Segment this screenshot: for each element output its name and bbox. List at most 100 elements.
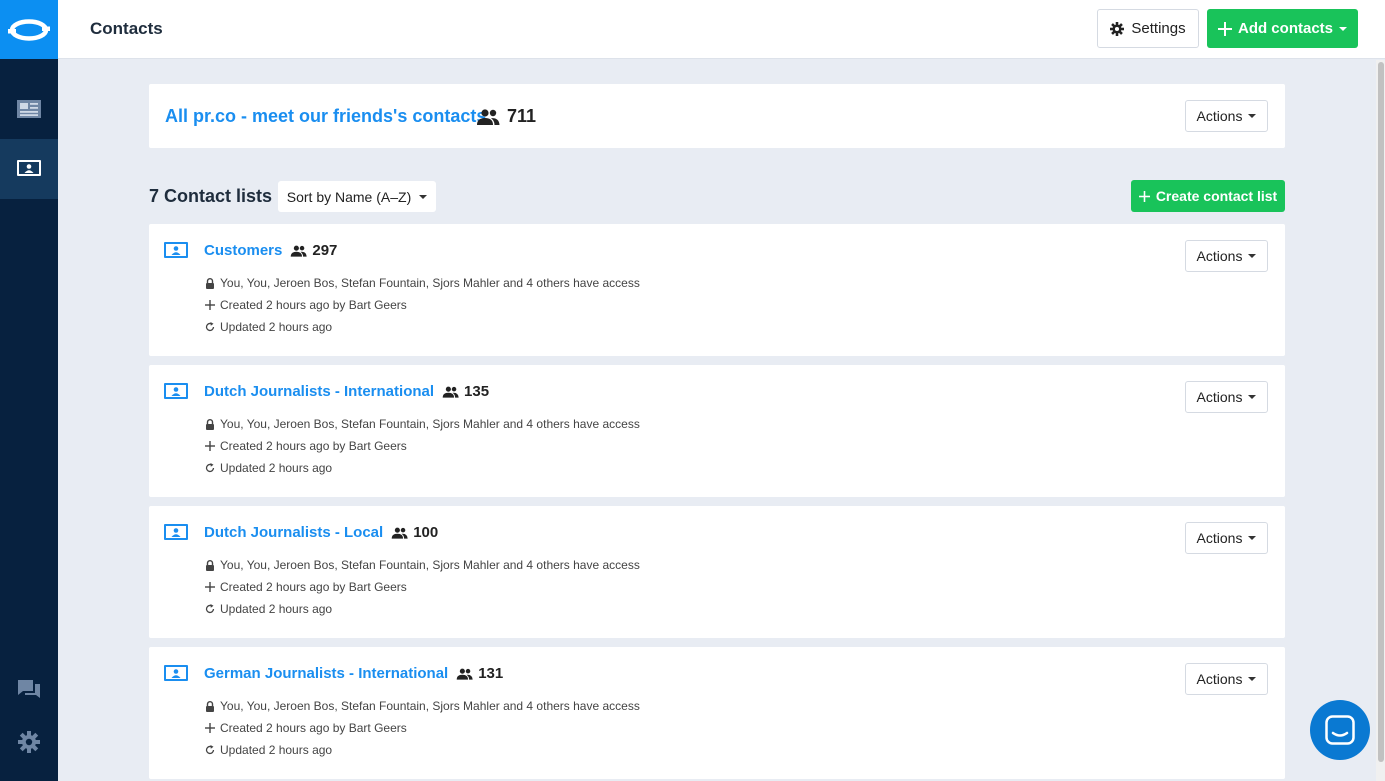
contact-list-card: Dutch Journalists - International 135 Yo… <box>149 365 1285 497</box>
chevron-down-icon <box>1248 395 1257 399</box>
plus-icon <box>1138 190 1150 202</box>
refresh-icon <box>205 463 215 473</box>
actions-button[interactable]: Actions <box>1185 381 1268 413</box>
plus-icon <box>205 441 215 451</box>
lock-icon <box>206 559 214 571</box>
actions-label: Actions <box>1196 108 1243 124</box>
contact-list-name[interactable]: German Journalists - International <box>204 665 448 682</box>
refresh-icon <box>205 322 215 332</box>
lock-icon <box>206 418 214 430</box>
updated-info: Updated 2 hours ago <box>205 320 332 334</box>
people-icon <box>442 386 459 398</box>
contact-list-name[interactable]: Dutch Journalists - International <box>204 383 434 400</box>
contact-lists-heading: 7 Contact lists <box>149 186 273 206</box>
settings-button[interactable]: Settings <box>1097 9 1199 48</box>
updated-text: Updated 2 hours ago <box>220 602 333 616</box>
count-value: 297 <box>312 242 338 259</box>
contact-list-name[interactable]: Dutch Journalists - Local <box>204 524 383 541</box>
chat-widget-button[interactable] <box>1310 700 1370 760</box>
access-info: You, You, Jeroen Bos, Stefan Fountain, S… <box>205 417 640 431</box>
all-contacts-card: All pr.co - meet our friends's contacts … <box>149 84 1285 148</box>
updated-info: Updated 2 hours ago <box>205 743 332 757</box>
access-text: You, You, Jeroen Bos, Stefan Fountain, S… <box>220 699 640 713</box>
actions-button[interactable]: Actions <box>1185 100 1268 132</box>
sort-label: Sort by Name (A–Z) <box>286 188 412 205</box>
count-value: 131 <box>478 665 504 682</box>
created-info: Created 2 hours ago by Bart Geers <box>205 439 407 453</box>
plus-icon <box>1217 21 1232 36</box>
plus-icon <box>205 300 215 310</box>
chevron-down-icon <box>1248 536 1257 540</box>
count-value: 711 <box>507 106 537 126</box>
contact-list-count: 131 <box>456 665 503 682</box>
updated-text: Updated 2 hours ago <box>220 461 333 475</box>
actions-label: Actions <box>1196 530 1243 546</box>
contact-card-icon <box>164 242 188 258</box>
actions-button[interactable]: Actions <box>1185 240 1268 272</box>
updated-info: Updated 2 hours ago <box>205 602 332 616</box>
contact-card-icon <box>164 665 188 681</box>
created-info: Created 2 hours ago by Bart Geers <box>205 580 407 594</box>
all-contacts-link[interactable]: All pr.co - meet our friends's contacts <box>165 106 486 127</box>
sidebar-item-settings[interactable] <box>0 731 58 753</box>
updated-text: Updated 2 hours ago <box>220 743 333 757</box>
created-text: Created 2 hours ago by Bart Geers <box>220 580 407 594</box>
actions-label: Actions <box>1196 671 1243 687</box>
actions-label: Actions <box>1196 248 1243 264</box>
chevron-down-icon <box>1248 254 1257 258</box>
actions-button[interactable]: Actions <box>1185 663 1268 695</box>
updated-info: Updated 2 hours ago <box>205 461 332 475</box>
contact-list-count: 100 <box>391 524 438 541</box>
add-contacts-label: Add contacts <box>1237 20 1333 37</box>
intercom-chat-icon <box>1325 715 1355 745</box>
contact-list-count: 135 <box>442 383 489 400</box>
people-icon <box>391 527 408 539</box>
chevron-down-icon <box>1339 26 1347 31</box>
chevron-down-icon <box>419 194 428 199</box>
scrollbar-thumb[interactable] <box>1378 62 1384 762</box>
contact-list-card: German Journalists - International 131 Y… <box>149 647 1285 779</box>
chevron-down-icon <box>1248 677 1257 681</box>
contact-list-name[interactable]: Customers <box>204 242 282 259</box>
page-title: Contacts <box>90 19 163 38</box>
created-text: Created 2 hours ago by Bart Geers <box>220 721 407 735</box>
people-icon <box>477 108 500 125</box>
gear-icon <box>18 731 40 753</box>
chat-icon <box>18 680 40 698</box>
updated-text: Updated 2 hours ago <box>220 320 333 334</box>
create-contact-list-button[interactable]: Create contact list <box>1131 180 1285 212</box>
sidebar-item-chat[interactable] <box>0 680 58 700</box>
gear-icon <box>1110 21 1125 36</box>
contact-card-icon <box>17 160 41 176</box>
chevron-down-icon <box>1248 114 1257 118</box>
newspaper-icon <box>17 100 41 118</box>
access-info: You, You, Jeroen Bos, Stefan Fountain, S… <box>205 276 640 290</box>
all-contacts-count: 711 <box>476 106 536 127</box>
refresh-icon <box>205 745 215 755</box>
contact-card-icon <box>164 524 188 540</box>
add-contacts-button[interactable]: Add contacts <box>1207 9 1358 48</box>
actions-button[interactable]: Actions <box>1185 522 1268 554</box>
lock-icon <box>206 277 214 289</box>
created-text: Created 2 hours ago by Bart Geers <box>220 298 407 312</box>
created-text: Created 2 hours ago by Bart Geers <box>220 439 407 453</box>
create-contact-list-label: Create contact list <box>1155 188 1278 204</box>
contact-card-icon <box>164 383 188 399</box>
sidebar-item-newsroom[interactable] <box>0 79 58 139</box>
count-value: 135 <box>464 383 490 400</box>
access-info: You, You, Jeroen Bos, Stefan Fountain, S… <box>205 699 640 713</box>
plus-icon <box>205 723 215 733</box>
prco-logo-icon[interactable] <box>0 0 58 59</box>
access-info: You, You, Jeroen Bos, Stefan Fountain, S… <box>205 558 640 572</box>
count-value: 100 <box>413 524 439 541</box>
sidebar <box>0 0 58 781</box>
contact-list-count: 297 <box>290 242 337 259</box>
sidebar-item-contacts[interactable] <box>0 139 58 199</box>
people-icon <box>456 668 473 680</box>
access-text: You, You, Jeroen Bos, Stefan Fountain, S… <box>220 417 640 431</box>
created-info: Created 2 hours ago by Bart Geers <box>205 721 407 735</box>
sort-dropdown[interactable]: Sort by Name (A–Z) <box>278 181 436 212</box>
lock-icon <box>206 700 214 712</box>
refresh-icon <box>205 604 215 614</box>
contact-list-card: Customers 297 You, You, Jeroen Bos, Stef… <box>149 224 1285 356</box>
